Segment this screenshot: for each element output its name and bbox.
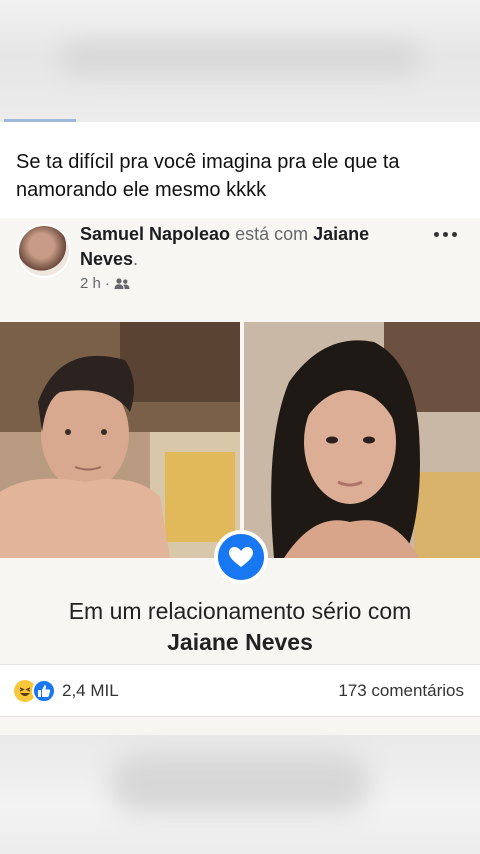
reaction-count: 2,4 MIL: [62, 681, 119, 700]
with-verb: está com: [235, 224, 309, 244]
meme-caption: Se ta difícil pra você imagina pra ele q…: [16, 151, 400, 201]
comments-count[interactable]: 173 comentários: [338, 681, 464, 701]
blurred-background-top: [0, 0, 480, 122]
author-name: Samuel Napoleao: [80, 224, 231, 244]
post-time: 2 h: [80, 275, 101, 292]
reactions-summary[interactable]: 2,4 MIL: [14, 679, 119, 703]
photo-left: [0, 322, 240, 558]
blurred-background-bottom: [0, 735, 480, 854]
reactions-bar: 2,4 MIL 173 comentários: [0, 664, 480, 717]
like-icon: [32, 679, 56, 703]
relationship-line: Em um relacionamento sério com: [68, 598, 412, 624]
post-header: Samuel Napoleao está com Jaiane Neves.: [80, 222, 420, 272]
relationship-status: Em um relacionamento sério com Jaiane Ne…: [0, 596, 480, 658]
friends-icon: [114, 277, 130, 291]
meta-separator: ·: [104, 275, 110, 292]
facebook-post-screenshot: Samuel Napoleao está com Jaiane Neves. 2…: [0, 218, 480, 735]
blur-smudge: [60, 40, 420, 76]
post-meta: 2 h ·: [80, 275, 130, 292]
blur-smudge: [110, 753, 370, 813]
meme-card: Se ta difícil pra você imagina pra ele q…: [0, 122, 480, 735]
photo-right: [244, 322, 480, 558]
more-options-icon[interactable]: [430, 228, 460, 240]
divider: [0, 716, 480, 717]
relationship-partner: Jaiane Neves: [167, 629, 313, 655]
avatar: [17, 224, 71, 278]
tagged-suffix: .: [133, 249, 139, 269]
relationship-heart-icon: [214, 530, 268, 584]
